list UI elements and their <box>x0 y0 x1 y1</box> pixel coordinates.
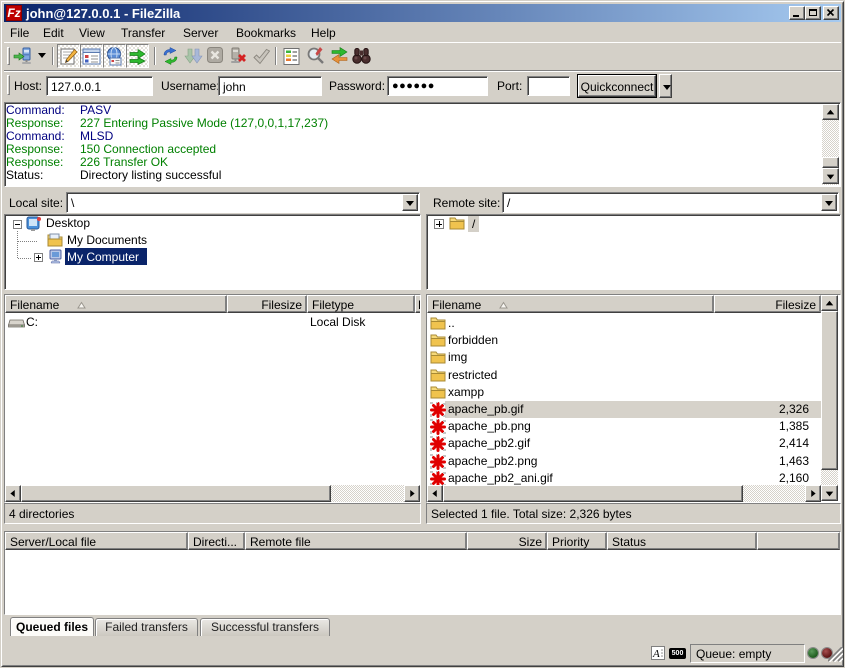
svg-text:A: A <box>652 648 660 659</box>
